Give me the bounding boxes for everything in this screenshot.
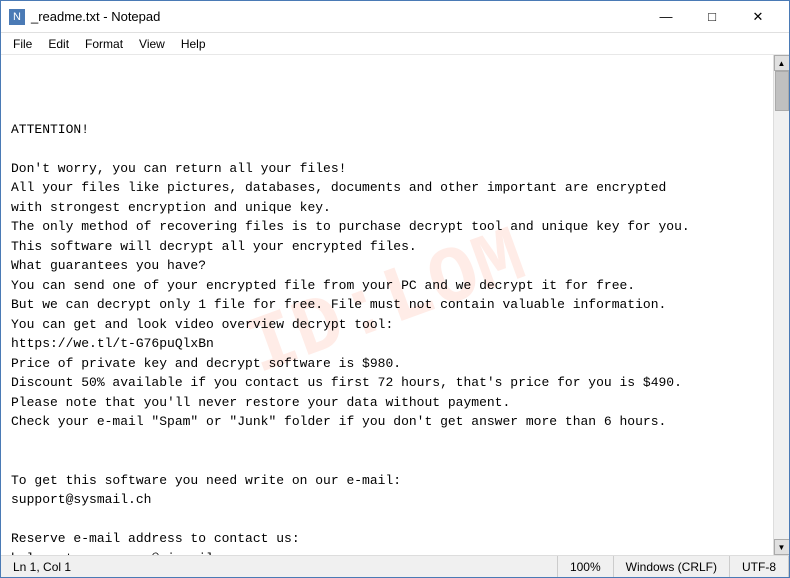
status-zoom: 100%: [558, 556, 614, 577]
window-controls: — □ ✕: [643, 1, 781, 33]
close-button[interactable]: ✕: [735, 1, 781, 33]
status-encoding: UTF-8: [730, 556, 789, 577]
menu-edit[interactable]: Edit: [40, 35, 77, 53]
notepad-window: N _readme.txt - Notepad — □ ✕ File Edit …: [0, 0, 790, 578]
menu-file[interactable]: File: [5, 35, 40, 53]
menu-bar: File Edit Format View Help: [1, 33, 789, 55]
maximize-button[interactable]: □: [689, 1, 735, 33]
menu-help[interactable]: Help: [173, 35, 214, 53]
content-area: ID:LOM ATTENTION! Don't worry, you can r…: [1, 55, 789, 555]
title-bar: N _readme.txt - Notepad — □ ✕: [1, 1, 789, 33]
window-title: _readme.txt - Notepad: [31, 9, 643, 24]
scroll-up-arrow[interactable]: ▲: [774, 55, 790, 71]
status-line-ending: Windows (CRLF): [614, 556, 730, 577]
scroll-down-arrow[interactable]: ▼: [774, 539, 790, 555]
menu-format[interactable]: Format: [77, 35, 131, 53]
app-icon: N: [9, 9, 25, 25]
status-bar: Ln 1, Col 1 100% Windows (CRLF) UTF-8: [1, 555, 789, 577]
minimize-button[interactable]: —: [643, 1, 689, 33]
scroll-track[interactable]: [774, 71, 789, 539]
document-text: ATTENTION! Don't worry, you can return a…: [11, 120, 763, 556]
text-editor[interactable]: ID:LOM ATTENTION! Don't worry, you can r…: [1, 55, 773, 555]
scroll-thumb[interactable]: [775, 71, 789, 111]
vertical-scrollbar[interactable]: ▲ ▼: [773, 55, 789, 555]
menu-view[interactable]: View: [131, 35, 173, 53]
status-position: Ln 1, Col 1: [1, 556, 558, 577]
